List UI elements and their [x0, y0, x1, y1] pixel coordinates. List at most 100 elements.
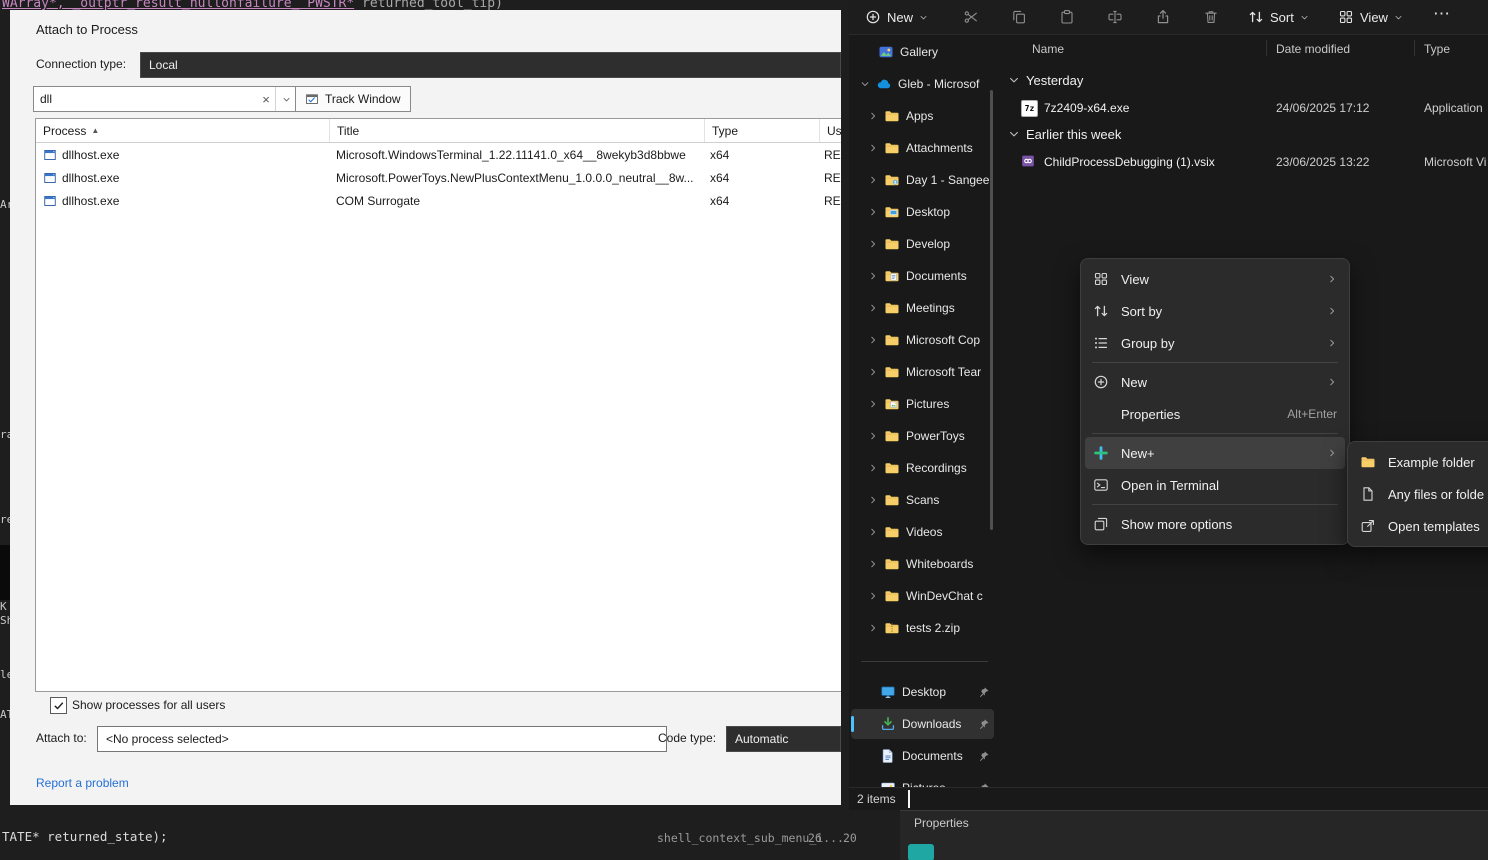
- folder-icon: [884, 300, 900, 316]
- sidebar-item-powertoys[interactable]: PowerToys: [851, 421, 994, 451]
- sidebar-item-meetings[interactable]: Meetings: [851, 293, 994, 323]
- code-type-label: Code type:: [658, 731, 716, 745]
- cut-icon[interactable]: [963, 9, 979, 25]
- sidebar-item-gallery[interactable]: Gallery: [851, 37, 994, 67]
- folder-icon: [884, 556, 900, 572]
- chevron-down-icon: [1008, 128, 1020, 140]
- sidebar-scrollbar[interactable]: [990, 90, 993, 530]
- pin-icon: [977, 750, 990, 763]
- sidebar-item-documents[interactable]: Documents: [851, 261, 994, 291]
- new-button[interactable]: New: [856, 3, 937, 31]
- group-header-earlier-this-week[interactable]: Earlier this week: [1000, 124, 1488, 144]
- column-header-date-modified[interactable]: Date modified: [1276, 42, 1350, 56]
- explorer-status-bar: 2 items: [849, 787, 1488, 810]
- context-menu-item-show-more-options[interactable]: Show more options: [1085, 508, 1345, 540]
- sidebar-item-scans[interactable]: Scans: [851, 485, 994, 515]
- context-menu-item-open-in-terminal[interactable]: Open in Terminal: [1085, 469, 1345, 501]
- paste-icon[interactable]: [1059, 9, 1075, 25]
- sidebar-item-attachments[interactable]: Attachments: [851, 133, 994, 163]
- sort-button[interactable]: Sort: [1239, 3, 1318, 31]
- chevron-right-icon: [868, 527, 878, 537]
- sidebar-item-develop[interactable]: Develop: [851, 229, 994, 259]
- new-plus-circle-icon: [1093, 374, 1109, 390]
- editor-black-block: [0, 545, 10, 600]
- context-menu-item-properties[interactable]: PropertiesAlt+Enter: [1085, 398, 1345, 430]
- context-menu-item-view[interactable]: View: [1085, 263, 1345, 295]
- sidebar-item-whiteboards[interactable]: Whiteboards: [851, 549, 994, 579]
- show-all-users-label[interactable]: Show processes for all users: [72, 698, 225, 712]
- sidebar-item-recordings[interactable]: Recordings: [851, 453, 994, 483]
- copy-icon[interactable]: [1011, 9, 1027, 25]
- sidebar-item-pictures[interactable]: Pictures: [851, 389, 994, 419]
- downloads-icon: [880, 716, 896, 732]
- column-header-type[interactable]: Type: [1424, 42, 1450, 56]
- menu-separator: [1092, 433, 1338, 434]
- view-button[interactable]: View: [1329, 3, 1412, 31]
- context-menu-item-group-by[interactable]: Group by: [1085, 327, 1345, 359]
- file-row[interactable]: ChildProcessDebugging (1).vsix 23/06/202…: [1000, 150, 1488, 174]
- context-menu-item-sort-by[interactable]: Sort by: [1085, 295, 1345, 327]
- properties-panel: Properties: [900, 810, 1488, 860]
- sidebar-item-day1-sangee[interactable]: Day 1 - Sangee: [851, 165, 994, 195]
- sidebar-item-desktop-pinned[interactable]: Desktop: [851, 677, 994, 707]
- process-row[interactable]: dllhost.exe COM Surrogate x64 REDMOND: [36, 189, 841, 212]
- code-type-dropdown[interactable]: Automatic: [726, 726, 841, 752]
- sidebar-item-microsoft-teams[interactable]: Microsoft Tear: [851, 357, 994, 387]
- process-window-icon: [43, 171, 57, 185]
- submenu-item-any-files[interactable]: Any files or folde: [1352, 478, 1488, 510]
- column-header-process[interactable]: Process▲: [36, 119, 330, 142]
- column-header-user-name[interactable]: User Name: [820, 119, 841, 142]
- column-header-title[interactable]: Title: [330, 119, 705, 142]
- sidebar-item-onedrive[interactable]: Gleb - Microsof: [851, 69, 994, 99]
- rename-icon[interactable]: [1107, 9, 1123, 25]
- submenu-item-open-templates[interactable]: Open templates: [1352, 510, 1488, 542]
- newplus-submenu: Example folder Any files or folde Open t…: [1347, 441, 1488, 547]
- group-header-yesterday[interactable]: Yesterday: [1000, 70, 1488, 90]
- onedrive-cloud-icon: [876, 76, 892, 92]
- delete-icon[interactable]: [1203, 9, 1219, 25]
- sidebar-item-pictures-pinned[interactable]: Pictures: [851, 773, 994, 788]
- connection-type-label: Connection type:: [36, 57, 126, 71]
- gallery-icon: [878, 44, 894, 60]
- chevron-right-icon: [868, 175, 878, 185]
- sidebar-item-videos[interactable]: Videos: [851, 517, 994, 547]
- chevron-right-icon: [868, 431, 878, 441]
- clear-filter-icon[interactable]: ×: [257, 92, 275, 107]
- sidebar-item-downloads-pinned[interactable]: Downloads: [851, 709, 994, 739]
- chevron-down-icon: [1394, 13, 1403, 22]
- track-window-icon: [305, 92, 319, 106]
- track-window-button[interactable]: Track Window: [295, 86, 411, 112]
- attach-to-field[interactable]: [97, 726, 667, 752]
- process-filter-input[interactable]: [34, 92, 257, 106]
- sidebar-item-documents-pinned[interactable]: Documents: [851, 741, 994, 771]
- column-header-type[interactable]: Type: [705, 119, 820, 142]
- context-menu-item-new[interactable]: New: [1085, 366, 1345, 398]
- report-a-problem-link[interactable]: Report a problem: [36, 776, 129, 790]
- connection-type-dropdown[interactable]: Local: [140, 52, 841, 78]
- see-more-button[interactable]: ⋯: [1433, 4, 1450, 24]
- properties-panel-title: Properties: [914, 816, 969, 830]
- chevron-right-icon: [868, 463, 878, 473]
- share-icon[interactable]: [1155, 9, 1171, 25]
- filter-dropdown-button[interactable]: [275, 87, 296, 111]
- editor-line-number: 26: [808, 831, 822, 845]
- column-divider: [1266, 40, 1267, 56]
- sidebar-separator: [861, 661, 988, 662]
- sidebar-item-windevchat[interactable]: WinDevChat c: [851, 581, 994, 611]
- code-line-bottom: TATE* returned_state);: [2, 829, 168, 844]
- file-row[interactable]: 7z 7z2409-x64.exe 24/06/2025 17:12 Appli…: [1000, 96, 1488, 120]
- sidebar-item-tests-zip[interactable]: tests 2.zip: [851, 613, 994, 643]
- sevenzip-icon: 7z: [1021, 100, 1038, 117]
- column-header-name[interactable]: Name: [1032, 42, 1064, 56]
- process-table: Process▲ Title Type User Name dllhost.ex…: [35, 118, 841, 692]
- show-all-users-checkbox[interactable]: [50, 697, 67, 714]
- context-menu-item-new-plus[interactable]: New+: [1085, 437, 1345, 469]
- process-row[interactable]: dllhost.exe Microsoft.WindowsTerminal_1.…: [36, 143, 841, 166]
- process-row[interactable]: dllhost.exe Microsoft.PowerToys.NewPlusC…: [36, 166, 841, 189]
- chevron-right-icon: [868, 207, 878, 217]
- sidebar-item-apps[interactable]: Apps: [851, 101, 994, 131]
- submenu-item-example-folder[interactable]: Example folder: [1352, 446, 1488, 478]
- folder-icon: [884, 588, 900, 604]
- sidebar-item-desktop[interactable]: Desktop: [851, 197, 994, 227]
- sidebar-item-microsoft-copilot[interactable]: Microsoft Cop: [851, 325, 994, 355]
